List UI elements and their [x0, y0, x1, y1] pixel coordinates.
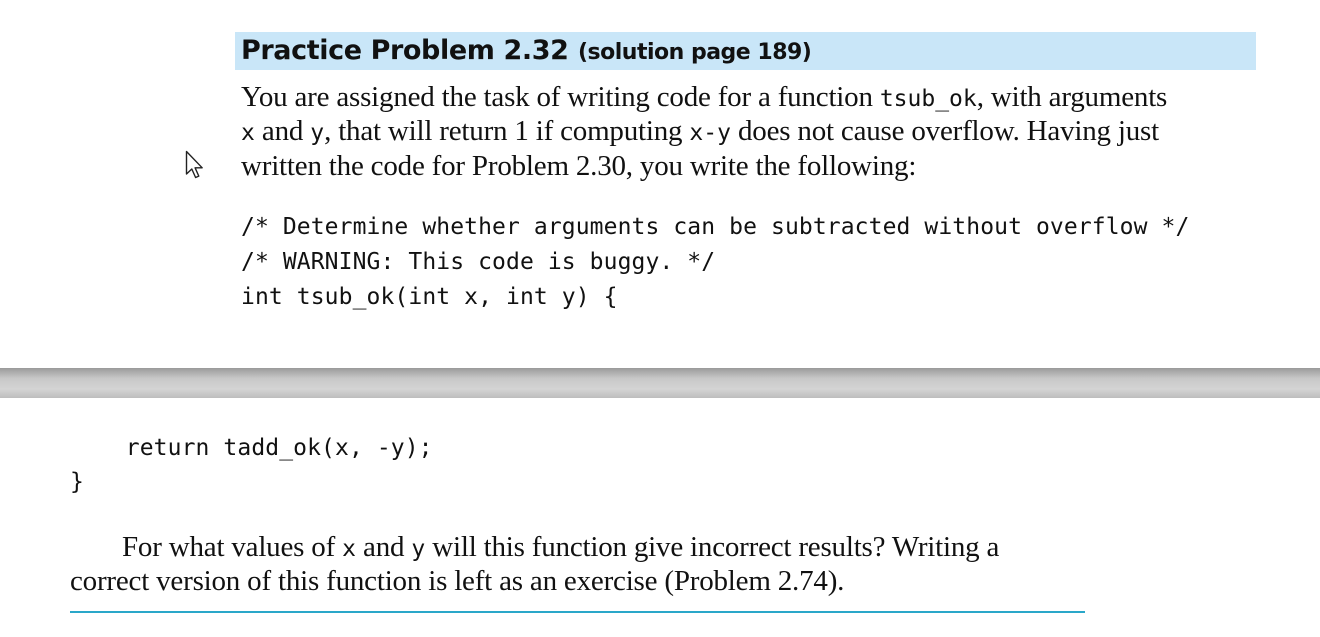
code-tsub-ok: tsub_ok: [879, 86, 977, 112]
code-comment-determine: /* Determine whether arguments can be su…: [241, 214, 1190, 240]
text-run: will this function give incorrect result…: [425, 531, 1000, 563]
intro-line-1: You are assigned the task of writing cod…: [241, 80, 1167, 116]
question-line-1: For what values of x and y will this fun…: [122, 530, 999, 566]
question-line-2: correct version of this function is left…: [70, 565, 845, 597]
code-function-signature: int tsub_ok(int x, int y) {: [241, 284, 618, 310]
intro-line-2: x and y, that will return 1 if computing…: [241, 114, 1159, 150]
page-separator: [0, 368, 1320, 398]
text-run: , with arguments: [976, 81, 1168, 113]
text-run: For what values of: [122, 531, 343, 563]
code-comment-warning: /* WARNING: This code is buggy. */: [241, 249, 716, 275]
solution-page-reference: (solution page 189): [578, 40, 812, 65]
section-divider: [70, 611, 1085, 613]
code-x: x: [241, 120, 255, 146]
code-return-statement: return tadd_ok(x, -y);: [70, 435, 433, 461]
text-run: You are assigned the task of writing cod…: [241, 81, 880, 113]
intro-line-3: written the code for Problem 2.30, you w…: [241, 150, 917, 182]
code-x: x: [342, 536, 356, 562]
code-x-minus-y: x-y: [689, 120, 731, 146]
mouse-pointer-icon: [185, 150, 205, 180]
text-run: and: [254, 115, 311, 147]
text-run: does not cause overflow. Having just: [730, 115, 1159, 147]
code-y: y: [310, 120, 325, 146]
text-run: and: [355, 531, 412, 563]
code-y: y: [411, 536, 426, 562]
code-closing-brace: }: [70, 469, 84, 495]
problem-title: Practice Problem 2.32: [241, 35, 569, 66]
text-run: , that will return 1 if computing: [324, 115, 690, 147]
